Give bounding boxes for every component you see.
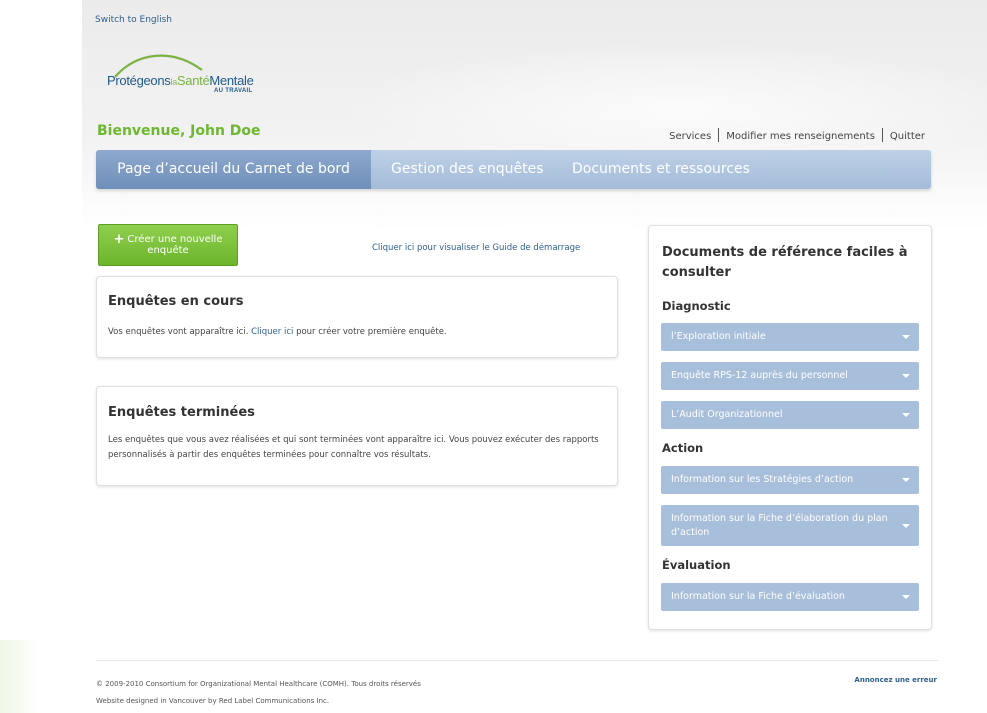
- logout-link[interactable]: Quitter: [890, 131, 925, 142]
- current-surveys-text: Vos enquêtes vont apparaître ici. Clique…: [108, 327, 447, 337]
- logo-wordmark: ProtégeonslaSantéMentale: [107, 73, 254, 88]
- create-survey-label-line1: Créer une nouvelle: [127, 234, 223, 245]
- chevron-down-icon: [902, 374, 910, 378]
- create-survey-label-line2: enquête: [147, 245, 189, 256]
- create-first-survey-link[interactable]: Cliquer ici: [251, 327, 293, 337]
- completed-surveys-panel: Enquêtes terminées Les enquêtes que vous…: [96, 386, 618, 486]
- current-surveys-panel: Enquêtes en cours Vos enquêtes vont appa…: [96, 276, 618, 358]
- doc-action-plan-form[interactable]: Information sur la Fiche d’élaboration d…: [661, 505, 919, 546]
- chevron-down-icon: [902, 413, 910, 417]
- footer-divider: [96, 660, 938, 661]
- doc-organizational-audit[interactable]: L’Audit Organizationnel: [661, 401, 919, 429]
- tab-documents-resources[interactable]: Documents et ressources: [572, 150, 750, 189]
- tab-survey-management[interactable]: Gestion des enquêtes: [391, 150, 544, 189]
- link-separator: [881, 128, 883, 142]
- logo[interactable]: ProtégeonslaSantéMentale AU TRAVAIL: [107, 50, 287, 95]
- create-survey-button[interactable]: + Créer une nouvelle enquête: [98, 224, 238, 266]
- chevron-down-icon: [902, 595, 910, 599]
- plus-icon: +: [113, 232, 125, 247]
- main-nav: Page d’accueil du Carnet de bord Gestion…: [96, 150, 931, 189]
- reference-documents-panel: Documents de référence faciles à consult…: [648, 225, 932, 630]
- corner-decoration: [0, 640, 40, 713]
- doc-action-strategies[interactable]: Information sur les Stratégies d’action: [661, 466, 919, 494]
- report-error-link[interactable]: Annoncez une erreur: [854, 676, 937, 684]
- completed-surveys-title: Enquêtes terminées: [108, 405, 255, 420]
- footer-credits: Website designed in Vancouver by Red Lab…: [96, 697, 330, 705]
- chevron-down-icon: [902, 478, 910, 482]
- edit-profile-link[interactable]: Modifier mes renseignements: [726, 131, 875, 142]
- doc-initial-exploration[interactable]: l’Exploration initiale: [661, 323, 919, 351]
- chevron-down-icon: [902, 335, 910, 339]
- user-links: Services Modifier mes renseignements Quitt…: [669, 128, 925, 142]
- logo-subtitle: AU TRAVAIL: [214, 88, 253, 94]
- section-evaluation: Évaluation: [662, 558, 731, 572]
- tab-dashboard-home[interactable]: Page d’accueil du Carnet de bord: [96, 150, 371, 189]
- link-separator: [718, 128, 720, 142]
- section-diagnostic: Diagnostic: [662, 299, 731, 313]
- doc-evaluation-form[interactable]: Information sur la Fiche d’évaluation: [661, 583, 919, 611]
- section-action: Action: [662, 441, 704, 455]
- current-surveys-title: Enquêtes en cours: [108, 294, 244, 309]
- chevron-down-icon: [902, 523, 910, 528]
- completed-surveys-text: Les enquêtes que vous avez réalisées et …: [108, 435, 599, 460]
- welcome-message: Bienvenue, John Doe: [97, 123, 261, 139]
- services-link[interactable]: Services: [669, 131, 711, 142]
- reference-documents-title: Documents de référence faciles à consult…: [662, 245, 908, 280]
- startup-guide-link[interactable]: Cliquer ici pour visualiser le Guide de …: [372, 243, 580, 253]
- doc-rps12-survey[interactable]: Enquête RPS-12 auprès du personnel: [661, 362, 919, 390]
- switch-language-link[interactable]: Switch to English: [95, 15, 172, 25]
- footer-copyright: © 2009-2010 Consortium for Organizationa…: [96, 680, 421, 688]
